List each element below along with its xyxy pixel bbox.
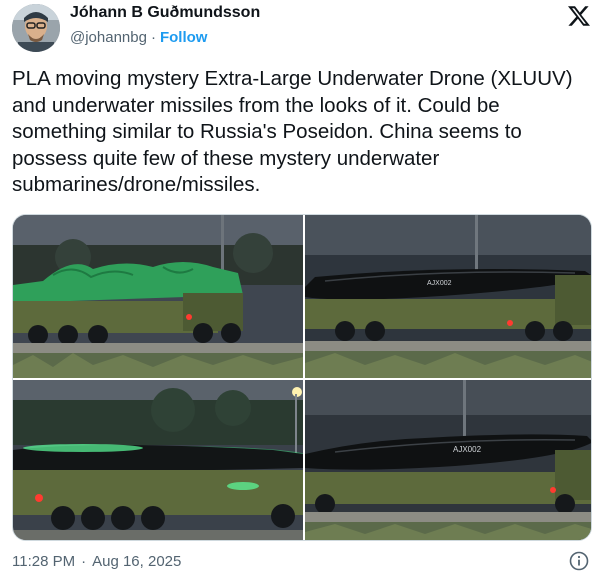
covered-drone-photo[interactable] [13,215,303,378]
handle-row: @johannbg · Follow [70,29,207,46]
author-handle[interactable]: @johannbg [70,29,147,46]
tweet-time: 11:28 PM [12,553,76,570]
separator-dot: · [150,29,156,46]
media-grid: AJX002 AJX002 [12,214,592,541]
separator-dot: · [81,553,87,570]
avatar-image [12,4,60,52]
x-logo-icon[interactable] [567,4,591,28]
avatar[interactable] [12,4,60,52]
info-icon[interactable] [569,551,589,571]
hull-text: AJX002 [427,280,452,287]
author-name[interactable]: Jóhann B Guðmundsson [70,4,260,22]
tweet-text: PLA moving mystery Extra-Large Underwate… [12,67,573,196]
follow-button[interactable]: Follow [160,29,208,46]
black-drone-photo-1[interactable]: AJX002 [305,215,591,378]
tweet-date: Aug 16, 2025 [92,553,182,570]
green-lit-drone-photo[interactable] [13,380,303,540]
hull-text: AJX002 [453,445,482,454]
timestamp[interactable]: 11:28 PM · Aug 16, 2025 [12,553,181,570]
black-drone-photo-2[interactable]: AJX002 [305,380,591,540]
